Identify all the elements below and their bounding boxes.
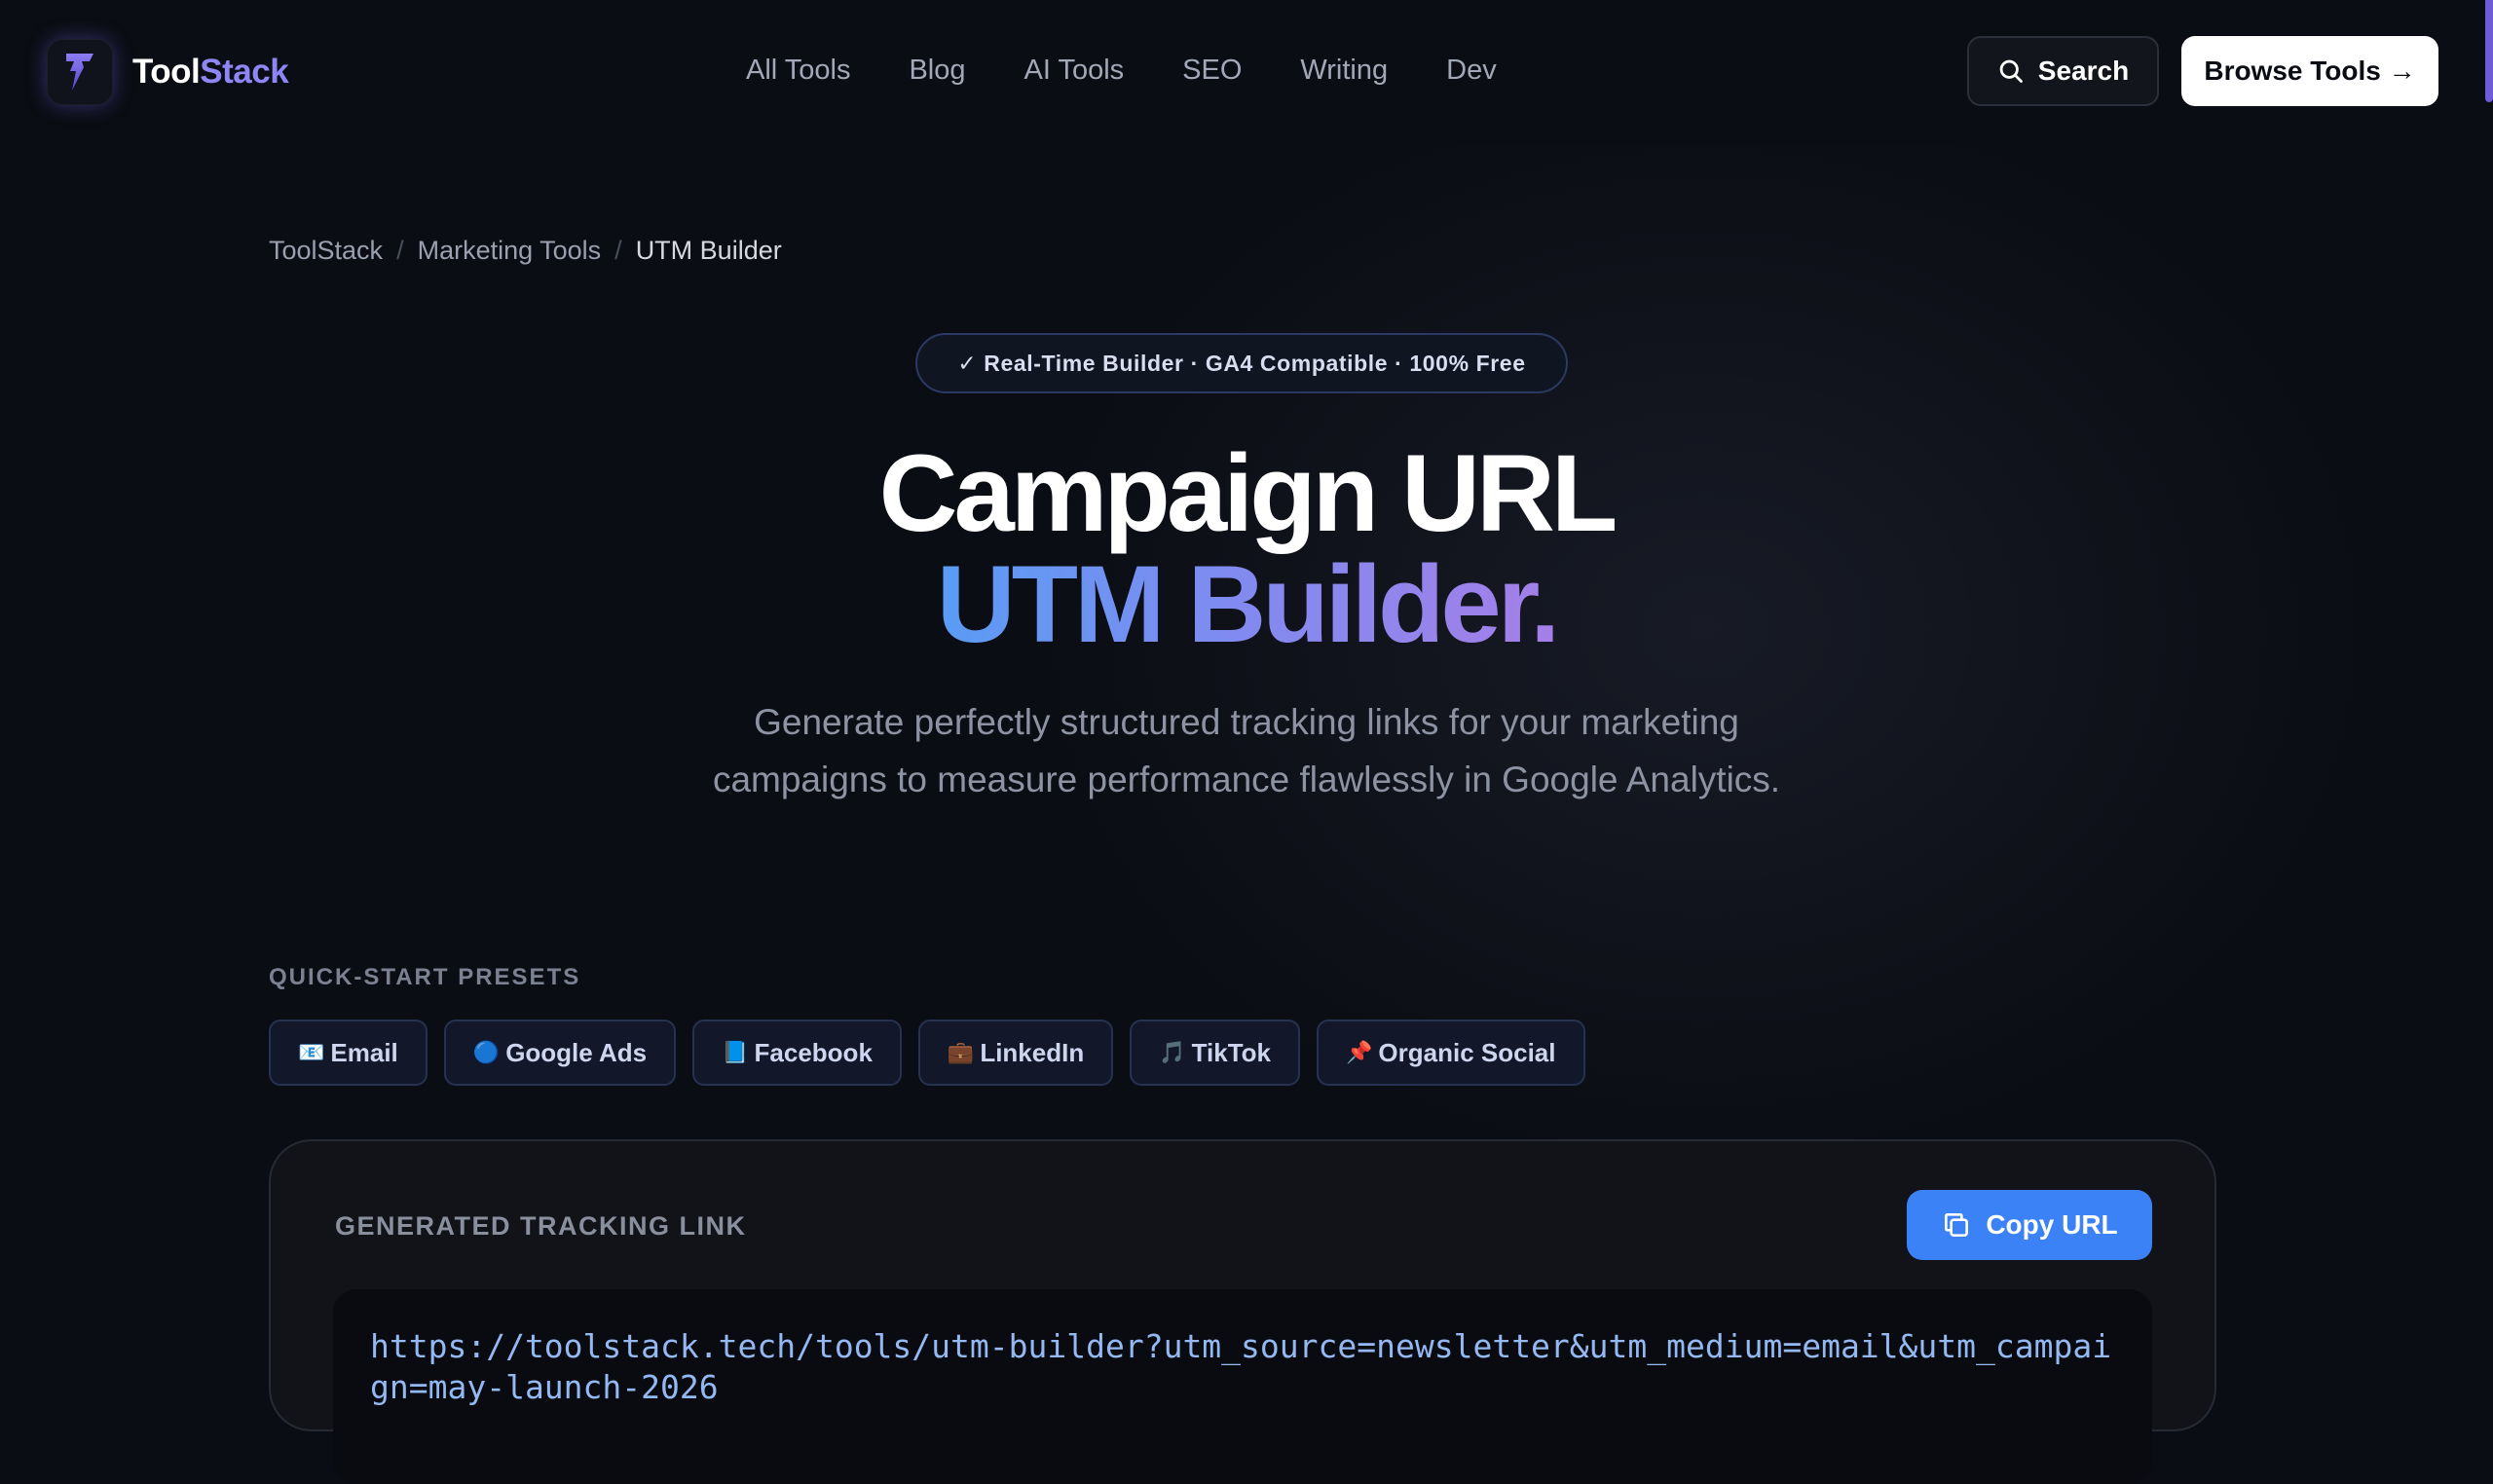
copy-url-button[interactable]: Copy URL bbox=[1907, 1190, 2152, 1260]
generated-url-box[interactable]: https://toolstack.tech/tools/utm-builder… bbox=[333, 1289, 2152, 1484]
site-header: ToolStack All Tools Blog AI Tools SEO Wr… bbox=[0, 0, 2493, 146]
breadcrumb-home[interactable]: ToolStack bbox=[269, 236, 383, 266]
breadcrumb: ToolStack / Marketing Tools / UTM Builde… bbox=[269, 236, 782, 266]
preset-label: Organic Social bbox=[1378, 1037, 1556, 1067]
breadcrumb-current: UTM Builder bbox=[635, 236, 782, 265]
nav-dev[interactable]: Dev bbox=[1446, 55, 1497, 87]
nav-all-tools[interactable]: All Tools bbox=[746, 55, 850, 87]
browse-tools-button[interactable]: Browse Tools → bbox=[2181, 36, 2438, 106]
brand-name: ToolStack bbox=[132, 53, 289, 91]
breadcrumb-separator: / bbox=[614, 236, 622, 265]
nav-blog[interactable]: Blog bbox=[909, 55, 965, 87]
copy-url-label: Copy URL bbox=[1986, 1209, 2118, 1240]
email-icon: 📧 bbox=[298, 1040, 325, 1064]
preset-organic-social[interactable]: 📌 Organic Social bbox=[1317, 1020, 1585, 1086]
presets-label: QUICK-START PRESETS bbox=[269, 964, 581, 990]
lightning-bolt-icon bbox=[47, 39, 113, 105]
preset-label: LinkedIn bbox=[980, 1037, 1085, 1067]
breadcrumb-marketing-tools[interactable]: Marketing Tools bbox=[418, 236, 602, 266]
breadcrumb-separator: / bbox=[396, 236, 404, 265]
search-label: Search bbox=[2037, 56, 2130, 86]
preset-list: 📧 Email 🔵 Google Ads 📘 Facebook 💼 LinkedIn 🎵… bbox=[269, 1020, 1585, 1086]
search-button[interactable]: Search bbox=[1967, 36, 2159, 106]
blue-circle-icon: 🔵 bbox=[472, 1040, 501, 1064]
page-subtitle: Generate perfectly structured tracking l… bbox=[712, 702, 1781, 799]
preset-label: TikTok bbox=[1191, 1037, 1272, 1067]
preset-email[interactable]: 📧 Email bbox=[269, 1020, 428, 1086]
preset-linkedin[interactable]: 💼 LinkedIn bbox=[917, 1020, 1114, 1086]
pushpin-icon: 📌 bbox=[1346, 1040, 1373, 1064]
preset-label: Google Ads bbox=[505, 1037, 648, 1067]
nav-seo[interactable]: SEO bbox=[1182, 55, 1242, 87]
preset-facebook[interactable]: 📘 Facebook bbox=[692, 1020, 902, 1086]
preset-tiktok[interactable]: 🎵 TikTok bbox=[1130, 1020, 1301, 1086]
page-title: Campaign URL UTM Builder. bbox=[0, 438, 2493, 660]
copy-icon bbox=[1945, 1213, 1969, 1237]
title-line-2: UTM Builder. bbox=[936, 543, 1560, 665]
main-nav: All Tools Blog AI Tools SEO Writing Dev bbox=[746, 55, 1497, 87]
preset-label: Email bbox=[330, 1037, 398, 1067]
feature-badge: ✓ Real-Time Builder · GA4 Compatible · 1… bbox=[915, 333, 1568, 393]
music-note-icon: 🎵 bbox=[1159, 1040, 1186, 1064]
preset-label: Facebook bbox=[754, 1037, 873, 1067]
briefcase-icon: 💼 bbox=[947, 1040, 975, 1064]
title-line-1: Campaign URL bbox=[878, 432, 1619, 554]
brand-logo[interactable]: ToolStack bbox=[47, 39, 289, 105]
generated-link-label: GENERATED TRACKING LINK bbox=[335, 1211, 747, 1241]
nav-ai-tools[interactable]: AI Tools bbox=[1024, 55, 1125, 87]
generated-url[interactable]: https://toolstack.tech/tools/utm-builder… bbox=[370, 1326, 2115, 1408]
generated-link-card: GENERATED TRACKING LINK Copy URL https:/… bbox=[269, 1139, 2216, 1484]
nav-writing[interactable]: Writing bbox=[1300, 55, 1388, 87]
blue-book-icon: 📘 bbox=[722, 1040, 749, 1064]
search-icon bbox=[1999, 59, 2023, 83]
preset-google-ads[interactable]: 🔵 Google Ads bbox=[443, 1020, 677, 1086]
